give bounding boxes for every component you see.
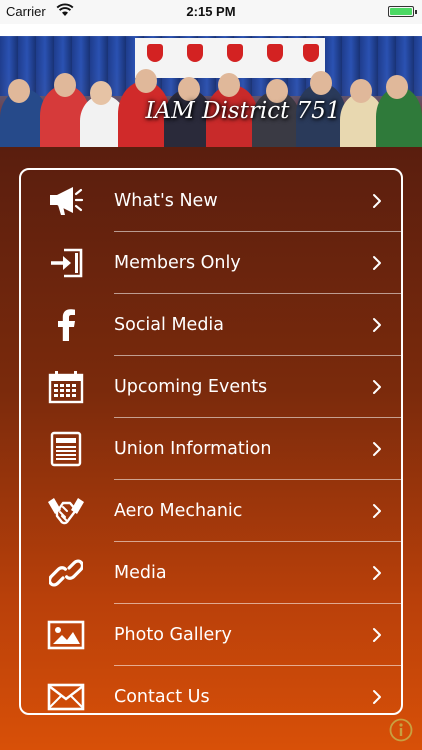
menu-item-label: Union Information [114,439,272,459]
chevron-right-icon [369,503,385,519]
calendar-icon [47,369,85,405]
menu-item-label: Contact Us [114,687,210,707]
chevron-right-icon [369,689,385,705]
menu-item-upcoming-events[interactable]: Upcoming Events [21,356,401,418]
menu-item-label: What's New [114,191,218,211]
menu-item-label: Social Media [114,315,225,335]
battery-fill [390,8,412,15]
envelope-icon [47,679,85,713]
menu-item-media[interactable]: Media [21,542,401,604]
menu-item-label: Upcoming Events [114,377,268,397]
menu-item-label: Photo Gallery [114,625,232,645]
handshake-icon [47,493,85,529]
newspaper-icon [47,431,85,467]
main-menu: What's New Members Only Social Media Upc… [19,168,403,715]
menu-item-whats-new[interactable]: What's New [21,170,401,232]
header-photo: IAM District 751 [0,24,422,147]
chevron-right-icon [369,193,385,209]
picture-icon [47,617,85,653]
facebook-icon [47,307,85,343]
menu-item-photo-gallery[interactable]: Photo Gallery [21,604,401,666]
battery-icon [388,6,417,17]
menu-item-label: Aero Mechanic [114,501,243,521]
chevron-right-icon [369,255,385,271]
status-time: 2:15 PM [186,4,236,19]
main-background: What's New Members Only Social Media Upc… [0,147,422,750]
menu-item-union-information[interactable]: Union Information [21,418,401,480]
header-caption: IAM District 751 [145,98,341,124]
info-icon[interactable] [389,718,413,742]
menu-item-aero-mechanic[interactable]: Aero Mechanic [21,480,401,542]
chevron-right-icon [369,441,385,457]
menu-item-label: Members Only [114,253,241,273]
link-icon [47,555,85,591]
menu-item-contact-us[interactable]: Contact Us [21,666,401,713]
menu-item-label: Media [114,563,167,583]
sign-in-icon [47,245,85,281]
menu-item-social-media[interactable]: Social Media [21,294,401,356]
menu-item-members-only[interactable]: Members Only [21,232,401,294]
chevron-right-icon [369,379,385,395]
chevron-right-icon [369,317,385,333]
chevron-right-icon [369,565,385,581]
chevron-right-icon [369,627,385,643]
megaphone-icon [47,183,85,219]
status-bar: Carrier 2:15 PM [0,0,422,24]
